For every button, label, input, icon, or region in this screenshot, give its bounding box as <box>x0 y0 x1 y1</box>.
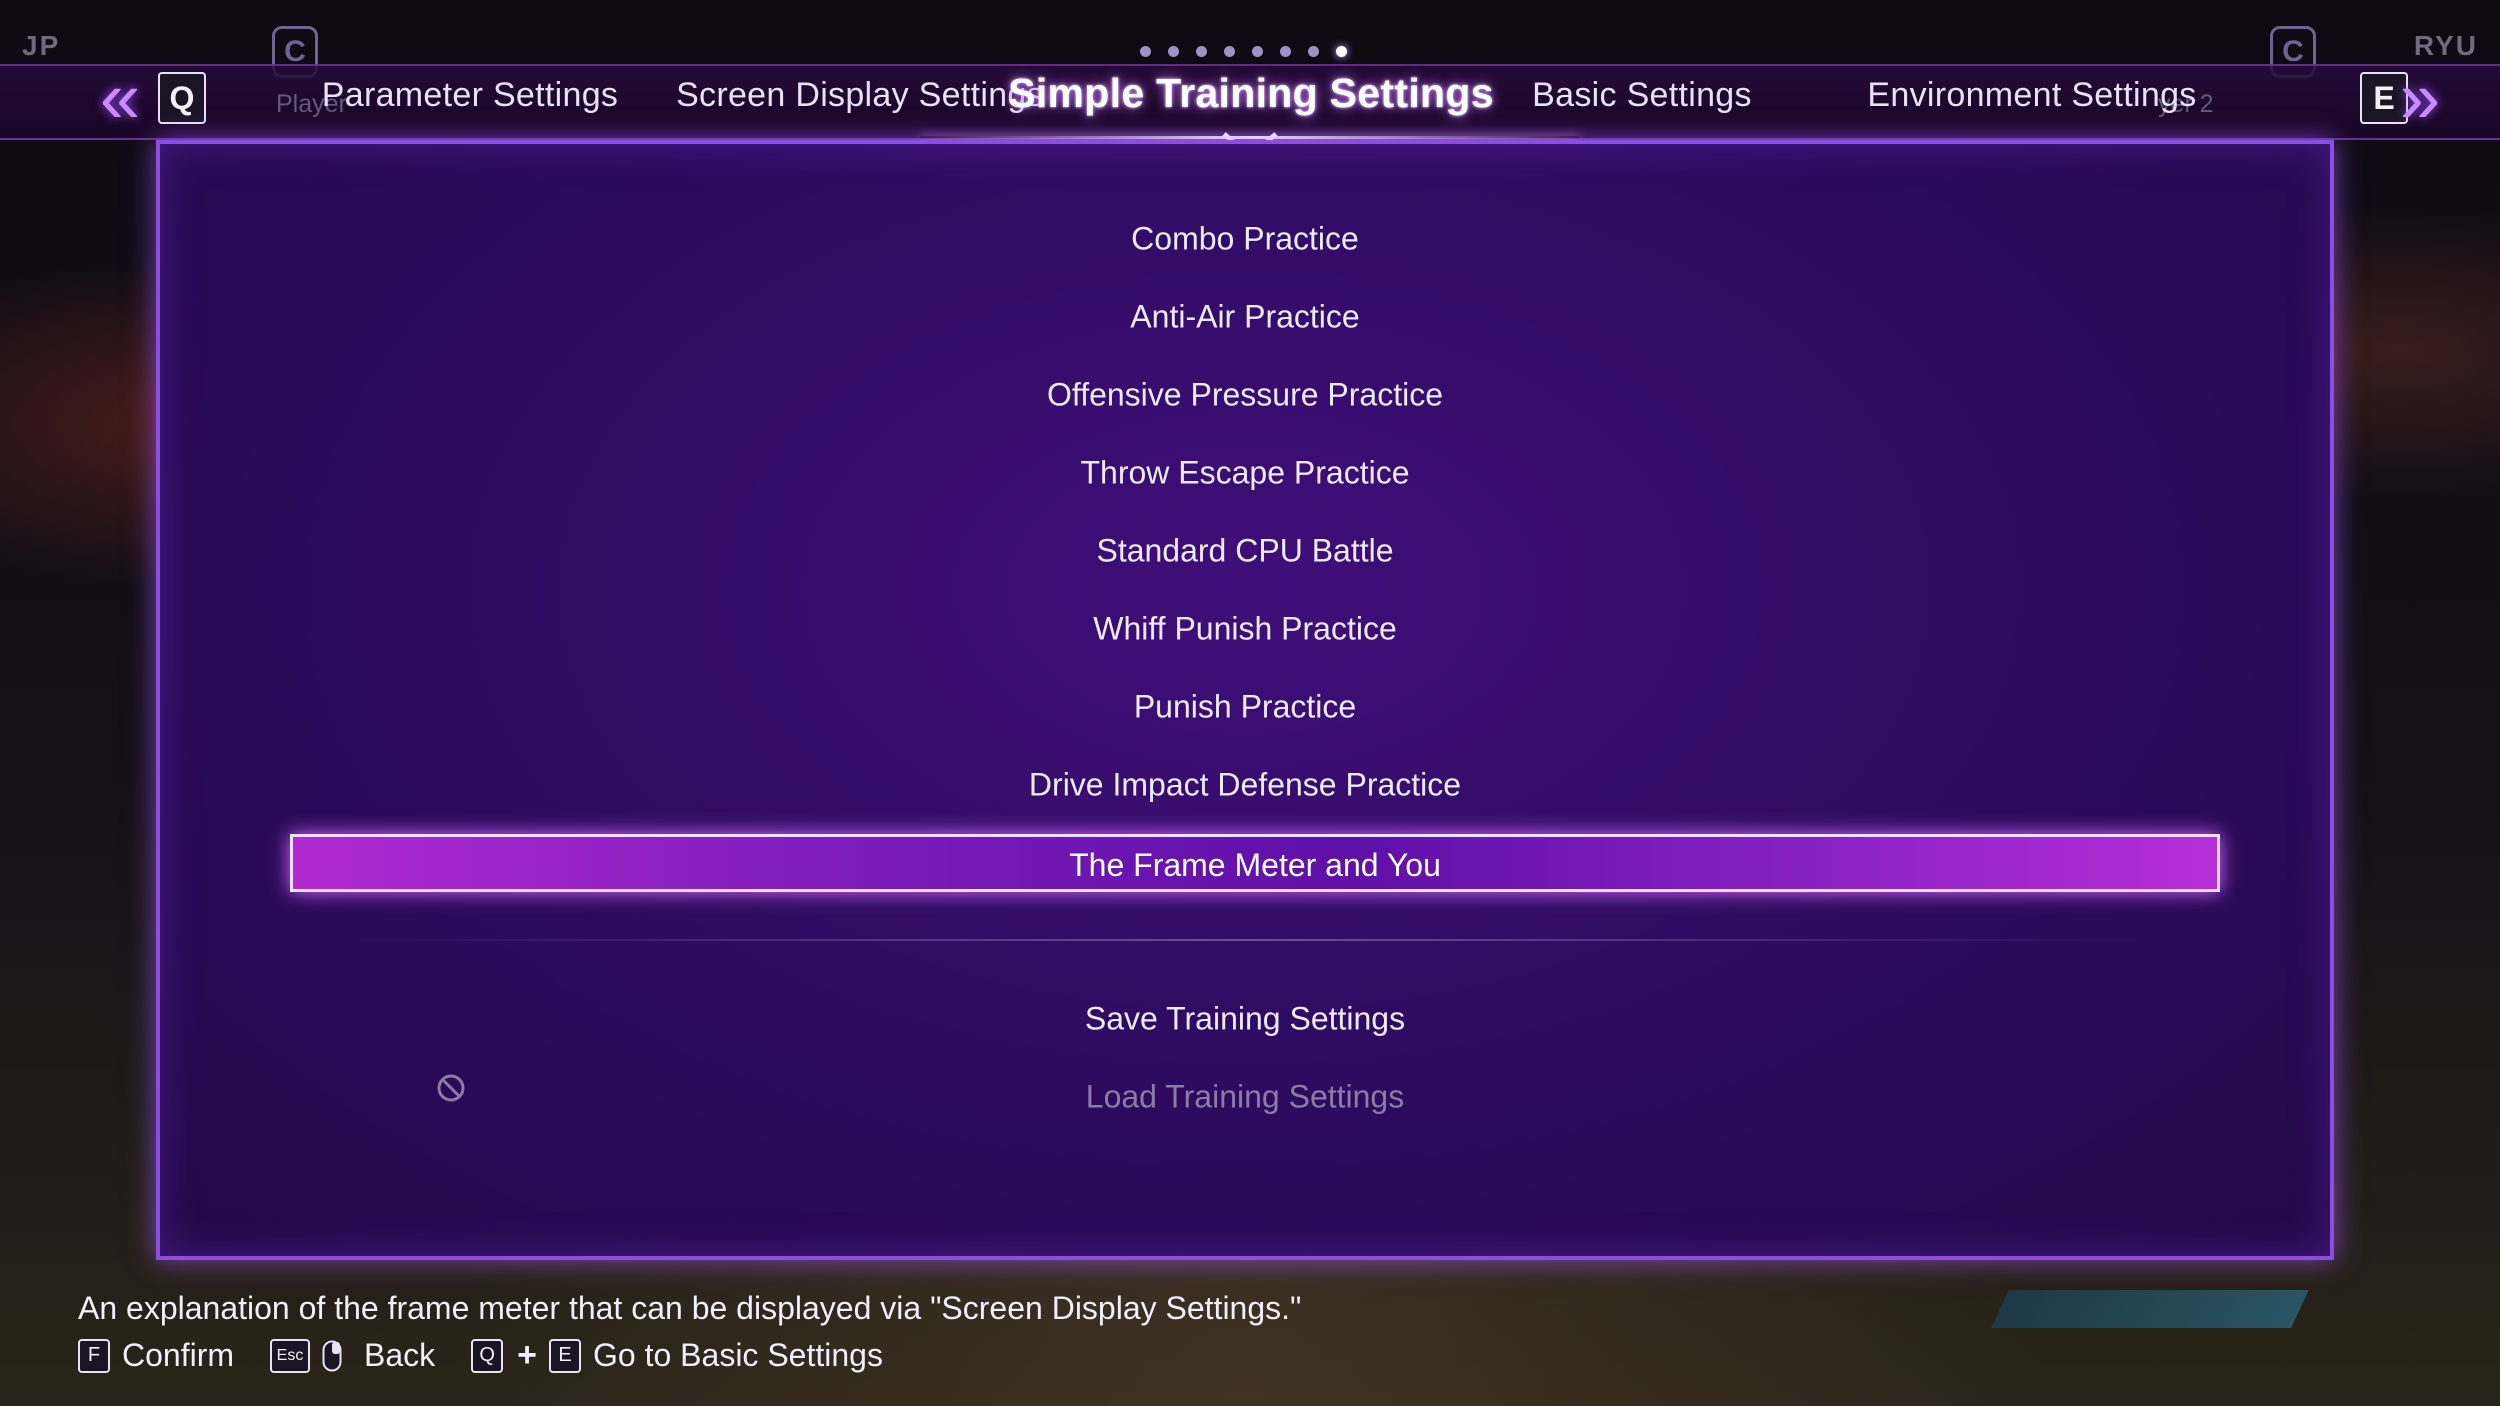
menu-item-load-training-settings: Load Training Settings <box>1085 1078 1405 1115</box>
mouse-icon <box>322 1340 342 1371</box>
page-dot <box>1252 46 1263 57</box>
tab-parameter-settings[interactable]: Parameter Settings <box>322 76 618 115</box>
training-menu-panel: Combo Practice Anti-Air Practice Offensi… <box>156 140 2334 1260</box>
menu-item-offensive-pressure-practice[interactable]: Offensive Pressure Practice <box>160 377 2330 414</box>
page-dot <box>1196 46 1207 57</box>
menu-item-standard-cpu-battle[interactable]: Standard CPU Battle <box>160 533 2330 570</box>
page-indicator <box>1140 46 1347 57</box>
tab-simple-training-settings[interactable]: Simple Training Settings <box>1008 70 1494 117</box>
next-tab-arrow-icon[interactable]: » <box>2400 62 2440 134</box>
menu-item-punish-practice[interactable]: Punish Practice <box>160 689 2330 726</box>
confirm-key: F <box>78 1338 110 1373</box>
back-key: Esc <box>270 1338 311 1373</box>
tab-screen-display-settings[interactable]: Screen Display Settings <box>676 76 1044 115</box>
player1-region-label: JP <box>22 30 61 61</box>
menu-item-drive-impact-defense-practice[interactable]: Drive Impact Defense Practice <box>160 767 2330 804</box>
control-hints: F Confirm Esc Back Q + E Go to Basic Set… <box>78 1336 919 1375</box>
menu-item-whiff-punish-practice[interactable]: Whiff Punish Practice <box>160 611 2330 648</box>
prev-tab-arrow-icon[interactable]: « <box>100 62 140 134</box>
confirm-hint[interactable]: Confirm <box>122 1337 234 1374</box>
tab-environment-settings[interactable]: Environment Settings <box>1867 76 2196 115</box>
menu-item-throw-escape-practice[interactable]: Throw Escape Practice <box>160 455 2330 492</box>
page-dot <box>1140 46 1151 57</box>
page-dot <box>1280 46 1291 57</box>
plus-icon: + <box>517 1336 538 1374</box>
goto-basic-settings-hint[interactable]: Go to Basic Settings <box>593 1337 883 1374</box>
page-dot <box>1168 46 1179 57</box>
status-gauge <box>1991 1290 2309 1328</box>
goto-key-q: Q <box>471 1338 504 1373</box>
menu-divider <box>350 939 2150 941</box>
page-dot <box>1224 46 1235 57</box>
menu-item-frame-meter-and-you[interactable]: The Frame Meter and You <box>290 834 2220 892</box>
goto-key-e: E <box>549 1338 582 1373</box>
back-hint[interactable]: Back <box>364 1337 435 1374</box>
menu-item-save-training-settings[interactable]: Save Training Settings <box>160 1001 2330 1038</box>
page-dot <box>1336 46 1347 57</box>
prev-tab-key[interactable]: Q <box>158 72 206 124</box>
page-dot <box>1308 46 1319 57</box>
tab-basic-settings[interactable]: Basic Settings <box>1532 76 1752 115</box>
selected-item-description: An explanation of the frame meter that c… <box>78 1290 1302 1326</box>
menu-item-anti-air-practice[interactable]: Anti-Air Practice <box>160 299 2330 336</box>
menu-item-combo-practice[interactable]: Combo Practice <box>160 221 2330 258</box>
